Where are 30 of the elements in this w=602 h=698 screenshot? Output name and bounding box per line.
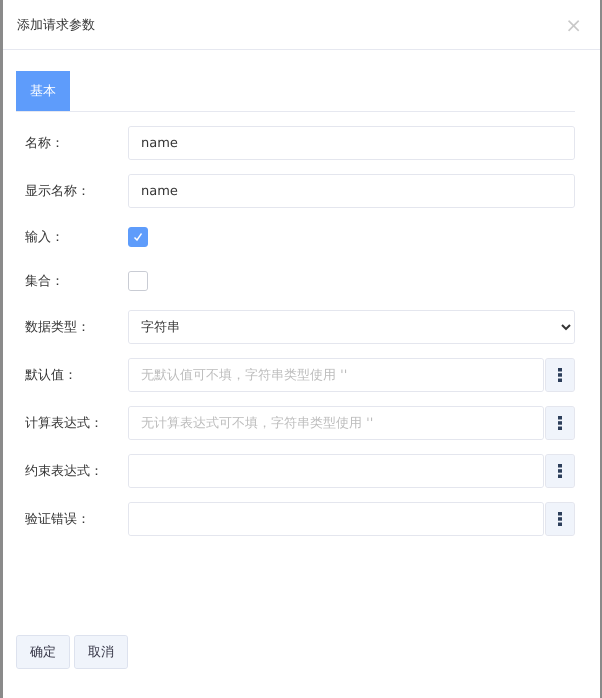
- field-label: 计算表达式：: [25, 415, 104, 432]
- checkbox[interactable]: [128, 271, 148, 291]
- checkbox[interactable]: [128, 227, 148, 247]
- cancel-button[interactable]: 取消: [74, 635, 128, 669]
- text-field[interactable]: 无计算表达式可不填，字符串类型使用 '': [128, 406, 544, 440]
- field-label: 数据类型：: [25, 319, 91, 336]
- more-button[interactable]: [545, 358, 575, 392]
- more-button[interactable]: [545, 406, 575, 440]
- text-field[interactable]: [128, 502, 544, 536]
- vertical-dots-icon: [558, 416, 562, 430]
- vertical-dots-icon: [558, 512, 562, 526]
- dialog-title: 添加请求参数: [17, 16, 95, 34]
- checkmark-icon: [133, 232, 143, 242]
- confirm-button[interactable]: 确定: [16, 635, 70, 669]
- vertical-dots-icon: [558, 464, 562, 478]
- type-dropdown[interactable]: 字符串: [128, 310, 575, 344]
- text-field[interactable]: name: [128, 174, 575, 208]
- text-field[interactable]: name: [128, 126, 575, 160]
- field-label: 名称：: [25, 135, 65, 152]
- field-label: 集合：: [25, 273, 65, 290]
- field-label: 输入：: [25, 229, 65, 246]
- more-button[interactable]: [545, 502, 575, 536]
- text-field[interactable]: 无默认值可不填，字符串类型使用 '': [128, 358, 544, 392]
- field-label: 显示名称：: [25, 183, 91, 200]
- more-button[interactable]: [545, 454, 575, 488]
- field-label: 验证错误：: [25, 511, 91, 528]
- field-label: 约束表达式：: [25, 463, 104, 480]
- vertical-dots-icon: [558, 368, 562, 382]
- field-label: 默认值：: [25, 367, 78, 384]
- text-field[interactable]: [128, 454, 544, 488]
